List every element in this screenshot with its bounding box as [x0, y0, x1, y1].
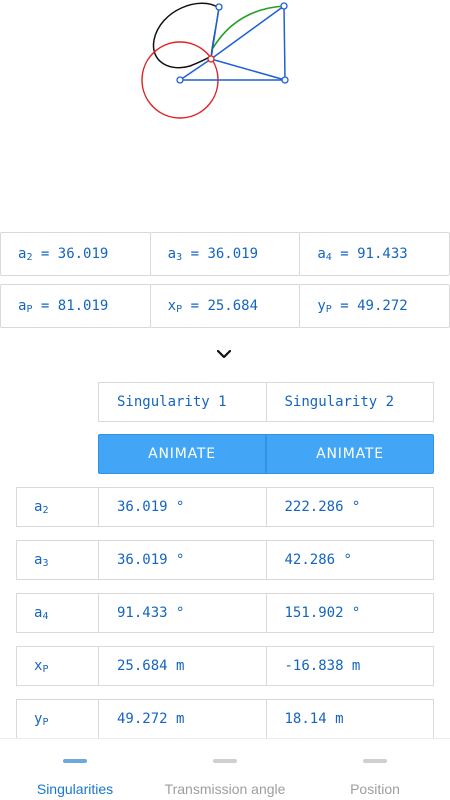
parameter-grid: a2 = 36.019 a3 = 36.019 a4 = 91.433 aP =…	[0, 232, 450, 336]
row-subscript: P	[42, 716, 49, 728]
singularity-header: Singularity 1 Singularity 2	[98, 382, 434, 422]
param-subscript: P	[325, 303, 332, 315]
param-value: 81.019	[57, 298, 109, 314]
row-subscript: P	[42, 663, 49, 675]
row-subscript: 3	[42, 557, 49, 569]
row-symbol: x	[34, 658, 43, 674]
nav-label: Position	[350, 781, 400, 797]
mechanism-links	[179, 5, 286, 81]
row-symbol: a	[34, 605, 43, 621]
singularity-1-value: 25.684 m	[98, 646, 267, 686]
nav-indicator-icon	[363, 759, 387, 763]
bottom-navigation: Singularities Transmission angle Positio…	[0, 738, 450, 800]
row-label: a4	[16, 593, 99, 633]
singularity-1-value: 36.019 °	[98, 487, 267, 527]
nav-tab-singularities[interactable]: Singularities	[0, 739, 150, 800]
singularity-2-header: Singularity 2	[265, 382, 434, 422]
param-ap[interactable]: aP = 81.019	[0, 284, 151, 328]
nav-label: Singularities	[36, 781, 114, 797]
singularity-2-value: 151.902 °	[265, 593, 434, 633]
singularity-2-value: 18.14 m	[265, 699, 434, 739]
param-a4[interactable]: a4 = 91.433	[299, 232, 450, 276]
row-label: xP	[16, 646, 99, 686]
param-subscript: P	[26, 303, 33, 315]
row-label: a3	[16, 540, 99, 580]
param-subscript: 4	[325, 251, 332, 263]
param-subscript: 3	[176, 251, 183, 263]
row-symbol: a	[34, 499, 43, 515]
param-symbol: a	[167, 246, 177, 262]
table-row: a3 36.019 ° 42.286 °	[16, 540, 434, 580]
singularity-1-value: 91.433 °	[98, 593, 267, 633]
row-subscript: 4	[42, 610, 49, 622]
singularity-2-value: 42.286 °	[265, 540, 434, 580]
table-row: xP 25.684 m -16.838 m	[16, 646, 434, 686]
row-label: a2	[16, 487, 99, 527]
param-symbol: a	[317, 246, 326, 262]
param-value: 49.272	[357, 298, 408, 314]
param-a2[interactable]: a2 = 36.019	[0, 232, 151, 276]
row-symbol: y	[34, 711, 43, 727]
singularity-table: a2 36.019 ° 222.286 ° a3 36.019 ° 42.286…	[16, 487, 434, 752]
param-value: 25.684	[207, 298, 259, 314]
param-xp[interactable]: xP = 25.684	[149, 284, 301, 328]
table-row: yP 49.272 m 18.14 m	[16, 699, 434, 739]
param-yp[interactable]: yP = 49.272	[299, 284, 450, 328]
param-symbol: a	[18, 246, 27, 262]
table-row: a2 36.019 ° 222.286 °	[16, 487, 434, 527]
param-value: 36.019	[57, 246, 109, 262]
nav-tab-transmission-angle[interactable]: Transmission angle	[150, 739, 300, 800]
singularity-1-value: 36.019 °	[98, 540, 267, 580]
animate-singularity-1-button[interactable]: ANIMATE	[98, 434, 266, 474]
singularity-1-header: Singularity 1	[98, 382, 267, 422]
animate-singularity-2-button[interactable]: ANIMATE	[266, 434, 434, 474]
coupler-point	[207, 55, 215, 63]
parameter-row: aP = 81.019 xP = 25.684 yP = 49.272	[0, 284, 450, 328]
row-label: yP	[16, 699, 99, 739]
singularity-2-value: -16.838 m	[265, 646, 434, 686]
param-value: 91.433	[357, 246, 408, 262]
param-symbol: x	[167, 298, 177, 314]
parameter-row: a2 = 36.019 a3 = 36.019 a4 = 91.433	[0, 232, 450, 276]
param-subscript: 2	[26, 251, 33, 263]
singularity-2-value: 222.286 °	[265, 487, 434, 527]
row-subscript: 2	[42, 504, 49, 516]
param-a3[interactable]: a3 = 36.019	[149, 232, 301, 276]
row-symbol: a	[34, 552, 43, 568]
nav-indicator-icon	[63, 759, 87, 763]
nav-indicator-icon	[213, 759, 237, 763]
animate-buttons: ANIMATE ANIMATE	[98, 434, 434, 474]
param-symbol: a	[18, 298, 27, 314]
nav-tab-position[interactable]: Position	[300, 739, 450, 800]
param-subscript: P	[176, 303, 183, 315]
mechanism-diagram	[141, 2, 289, 119]
workspace-arc	[212, 5, 285, 49]
param-value: 36.019	[207, 246, 259, 262]
chevron-down-icon[interactable]	[215, 347, 233, 361]
nav-label: Transmission angle	[164, 781, 286, 797]
singularity-1-value: 49.272 m	[98, 699, 267, 739]
table-row: a4 91.433 ° 151.902 °	[16, 593, 434, 633]
param-symbol: y	[317, 298, 326, 314]
